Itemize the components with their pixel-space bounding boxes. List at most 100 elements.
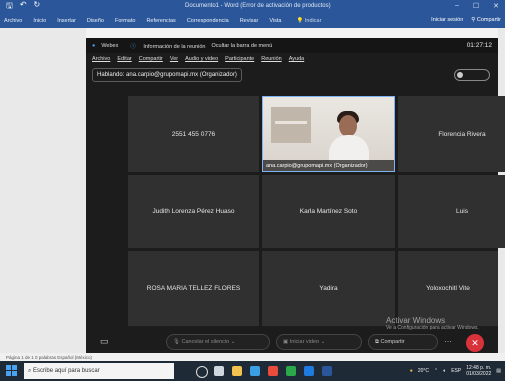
participant-tile[interactable]: Karla Martínez Soto — [262, 175, 395, 248]
share-screen-label: Compartir — [380, 339, 405, 345]
minimize-icon[interactable]: – — [455, 2, 459, 10]
tab-referencias[interactable]: Referencias — [146, 18, 175, 24]
start-video-button[interactable]: ▣ Iniciar video ⌄ — [276, 334, 362, 350]
volume-icon[interactable]: 🔈︎ — [443, 368, 446, 374]
weather-icon: ● — [409, 368, 413, 374]
maximize-icon[interactable]: ☐ — [473, 2, 479, 10]
tab-vista[interactable]: Vista — [269, 18, 281, 24]
search-icon: ⌕ — [28, 367, 32, 374]
participant-tile[interactable]: Yadira — [262, 251, 395, 326]
active-speaker-tile[interactable]: ana.carpio@grupomapi.mx (Organizador) — [262, 96, 395, 172]
tab-correspondencia[interactable]: Correspondencia — [187, 18, 229, 24]
tab-inicio[interactable]: Inicio — [33, 18, 46, 24]
activate-title: Activar Windows — [386, 316, 446, 325]
language-indicator[interactable]: ESP — [451, 368, 461, 374]
chrome-icon[interactable] — [268, 366, 278, 376]
menu-ver[interactable]: Ver — [170, 56, 178, 62]
meeting-timer: 01:27:12 — [466, 42, 492, 49]
active-speaker-caption: ana.carpio@grupomapi.mx (Organizador) — [263, 160, 394, 171]
share-label: Compartir — [476, 17, 501, 23]
tab-archivo[interactable]: Archivo — [4, 18, 22, 24]
layout-toggle[interactable] — [454, 69, 490, 81]
ribbon-search[interactable]: 💡 Indicar — [297, 18, 322, 24]
participant-tile[interactable]: Florencia Rivera — [398, 96, 505, 172]
webex-taskbar-icon[interactable] — [304, 366, 314, 376]
participant-tile[interactable]: Judith Lorenza Pérez Huaso — [128, 175, 259, 248]
webex-app-name: Webex — [101, 42, 119, 49]
activate-windows-watermark: Activar Windows Ve a Configuración para … — [386, 316, 479, 331]
tab-revisar[interactable]: Revisar — [240, 18, 259, 24]
video-person-head — [339, 115, 357, 137]
taskbar-search-placeholder: Escribe aquí para buscar — [33, 368, 100, 374]
microphone-icon: 🎙︎ — [173, 339, 180, 345]
tab-insertar[interactable]: Insertar — [57, 18, 76, 24]
file-explorer-icon[interactable] — [232, 366, 242, 376]
participant-tile[interactable]: Yoloxochitl Vite — [398, 251, 498, 326]
app-icon[interactable] — [286, 366, 296, 376]
camera-icon: ▣ — [283, 339, 289, 345]
menu-compartir[interactable]: Compartir — [139, 56, 163, 62]
save-icon[interactable]: 🖫 — [6, 0, 13, 14]
webex-logo-icon: ● — [92, 42, 96, 49]
taskbar: ⌕ Escribe aquí para buscar ● 20°C ⌃ 🔈︎ E… — [0, 361, 505, 381]
windows-start-icon[interactable] — [6, 365, 17, 376]
network-icon[interactable]: ⌃ — [434, 368, 438, 374]
menu-audio-video[interactable]: Audio y video — [185, 56, 218, 62]
menu-editar[interactable]: Editar — [117, 56, 131, 62]
document-title: Documento1 - Word (Error de activación d… — [185, 3, 331, 9]
meeting-info-button[interactable]: ⓘ Información de la reunión — [124, 42, 205, 50]
notifications-icon[interactable]: ▤ — [496, 368, 501, 374]
tab-formato[interactable]: Formato — [115, 18, 135, 24]
participant-tile[interactable]: 2551 455 0776 — [128, 96, 259, 172]
activate-subtitle: Ve a Configuración para activar Windows. — [386, 325, 479, 331]
share-button[interactable]: ⚲ Compartir — [471, 17, 501, 23]
close-icon[interactable]: ✕ — [493, 2, 499, 10]
menu-participante[interactable]: Participante — [225, 56, 254, 62]
edge-icon[interactable] — [250, 366, 260, 376]
chevron-down-icon: ⌄ — [320, 339, 326, 345]
webex-window: ● Webex ⓘ Información de la reunión Ocul… — [86, 38, 505, 358]
undo-icon[interactable]: ↶ — [20, 0, 27, 14]
cortana-icon[interactable] — [196, 366, 208, 378]
lightbulb-icon: 💡 — [296, 18, 304, 24]
info-icon: ⓘ — [130, 43, 136, 50]
unmute-label: Cancelar el silencio — [181, 339, 230, 345]
speaking-indicator: Hablando: ana.carpio@grupomapi.mx (Organ… — [92, 68, 242, 82]
ribbon-search-label: Indicar — [304, 18, 322, 24]
meeting-info-label: Información de la reunión — [143, 43, 206, 50]
chevron-down-icon: ⌄ — [230, 339, 236, 345]
word-page-margin-left — [0, 28, 86, 353]
webex-title-bar: ● Webex ⓘ Información de la reunión Ocul… — [86, 38, 498, 53]
participant-tile[interactable]: Luis — [398, 175, 505, 248]
speaking-bar: Hablando: ana.carpio@grupomapi.mx (Organ… — [86, 66, 498, 82]
clock[interactable]: 12:48 p. m. 01/03/2022 — [466, 365, 491, 377]
signin-link[interactable]: Iniciar sesión — [431, 17, 463, 23]
share-screen-button[interactable]: ⧉ Compartir — [368, 334, 438, 350]
menu-archivo[interactable]: Archivo — [92, 56, 110, 62]
word-ribbon: Archivo Inicio Insertar Diseño Formato R… — [0, 14, 505, 28]
word-status-bar: Página 1 de 1 0 palabras Español (México… — [0, 353, 505, 361]
chat-icon[interactable]: ▭ — [100, 336, 109, 347]
end-call-button[interactable]: ✕ — [466, 334, 484, 352]
word-title-bar: 🖫 ↶ ↻ Documento1 - Word (Error de activa… — [0, 0, 505, 14]
unmute-button[interactable]: 🎙︎ Cancelar el silencio ⌄ — [166, 334, 270, 350]
more-options-icon[interactable]: ⋯ — [444, 337, 452, 346]
participant-tile[interactable]: ROSA MARIA TELLEZ FLORES — [128, 251, 259, 326]
share-screen-icon: ⧉ — [375, 338, 379, 345]
menu-ayuda[interactable]: Ayuda — [289, 56, 305, 62]
word-taskbar-icon[interactable] — [322, 366, 332, 376]
start-video-label: Iniciar video — [289, 339, 320, 345]
video-person-body — [329, 135, 369, 163]
weather-temp[interactable]: 20°C — [418, 368, 429, 374]
redo-icon[interactable]: ↻ — [34, 0, 41, 14]
webex-menu-bar: Archivo Editar Compartir Ver Audio y vid… — [86, 53, 498, 65]
taskbar-search[interactable]: ⌕ Escribe aquí para buscar — [24, 363, 174, 379]
clock-date: 01/03/2022 — [466, 371, 492, 377]
hide-menu-button[interactable]: Ocultar la barra de menú — [211, 43, 272, 49]
task-view-icon[interactable] — [214, 366, 224, 376]
menu-reunion[interactable]: Reunión — [261, 56, 282, 62]
video-background-shelf — [271, 107, 311, 143]
system-tray: ● 20°C ⌃ 🔈︎ ESP 12:48 p. m. 01/03/2022 ▤ — [410, 365, 501, 377]
tab-diseno[interactable]: Diseño — [87, 18, 104, 24]
person-icon: ⚲ — [471, 17, 476, 23]
